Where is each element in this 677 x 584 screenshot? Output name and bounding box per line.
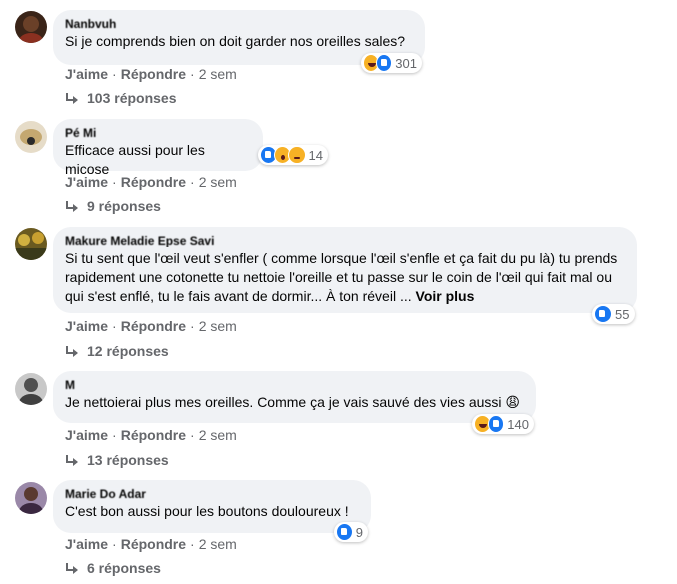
avatar[interactable] [15, 121, 47, 153]
comment-bubble: Makure Meladie Epse Savi Si tu sent que … [53, 227, 637, 313]
comment-text: Je nettoierai plus mes oreilles. Comme ç… [65, 394, 521, 410]
comment-bubble: M Je nettoierai plus mes oreilles. Comme… [53, 371, 536, 423]
reactions-summary[interactable]: 301 [361, 53, 422, 73]
comment-author[interactable]: Marie Do Adar [65, 488, 359, 500]
comment-time[interactable]: 2 sem [199, 427, 237, 443]
comment-bubble: Marie Do Adar C'est bon aussi pour les b… [53, 480, 371, 533]
view-replies-link[interactable]: 13 réponses [65, 452, 169, 468]
reply-button[interactable]: Répondre [121, 318, 186, 334]
replies-count: 6 réponses [87, 560, 161, 576]
view-replies-link[interactable]: 6 réponses [65, 560, 161, 576]
view-replies-link[interactable]: 9 réponses [65, 198, 161, 214]
comment-bubble: Pé Mi Efficace aussi pour les micose [53, 119, 263, 177]
avatar[interactable] [15, 11, 47, 43]
reactions-summary[interactable]: 55 [592, 304, 635, 324]
reply-arrow-icon [65, 346, 79, 357]
comment-author[interactable]: Pé Mi [65, 127, 251, 139]
reply-arrow-icon [65, 93, 79, 104]
reply-button[interactable]: Répondre [121, 66, 186, 82]
replies-count: 9 réponses [87, 198, 161, 214]
see-more-link[interactable]: Voir plus [416, 288, 475, 304]
like-icon [376, 54, 393, 72]
replies-count: 13 réponses [87, 452, 169, 468]
avatar[interactable] [15, 373, 47, 405]
comment-text: Si tu sent que l'œil veut s'enfler ( com… [65, 250, 618, 304]
comment-actions: J'aime · Répondre · 2 sem [65, 536, 237, 552]
reactions-summary[interactable]: 14 [258, 145, 328, 165]
like-button[interactable]: J'aime [65, 174, 108, 190]
reaction-count: 14 [308, 147, 323, 163]
reactions-summary[interactable]: 9 [334, 522, 368, 542]
reactions-summary[interactable]: 140 [472, 414, 534, 434]
comment-author[interactable]: M [65, 379, 524, 391]
reply-arrow-icon [65, 201, 79, 212]
reaction-count: 9 [355, 524, 363, 540]
replies-count: 12 réponses [87, 343, 169, 359]
replies-count: 103 réponses [87, 90, 177, 106]
avatar[interactable] [15, 228, 47, 260]
like-button[interactable]: J'aime [65, 427, 108, 443]
like-button[interactable]: J'aime [65, 66, 108, 82]
like-icon [594, 305, 612, 323]
comment-time[interactable]: 2 sem [199, 536, 237, 552]
reaction-count: 55 [615, 306, 630, 322]
like-icon [336, 523, 353, 541]
reply-button[interactable]: Répondre [121, 174, 186, 190]
reply-button[interactable]: Répondre [121, 536, 186, 552]
comment-actions: J'aime · Répondre · 2 sem [65, 174, 237, 190]
comment-text: Si je comprends bien on doit garder nos … [65, 33, 406, 49]
reaction-count: 140 [507, 416, 529, 432]
comment-actions: J'aime · Répondre · 2 sem [65, 427, 237, 443]
view-replies-link[interactable]: 103 réponses [65, 90, 177, 106]
reaction-count: 301 [395, 55, 417, 71]
comment-actions: J'aime · Répondre · 2 sem [65, 318, 237, 334]
comment-time[interactable]: 2 sem [199, 174, 237, 190]
reply-arrow-icon [65, 455, 79, 466]
comment-text: C'est bon aussi pour les boutons doulour… [65, 503, 349, 519]
like-button[interactable]: J'aime [65, 318, 108, 334]
comment-time[interactable]: 2 sem [199, 318, 237, 334]
view-replies-link[interactable]: 12 réponses [65, 343, 169, 359]
avatar[interactable] [15, 482, 47, 514]
comment-actions: J'aime · Répondre · 2 sem [65, 66, 237, 82]
comment-author[interactable]: Makure Meladie Epse Savi [65, 235, 625, 247]
reply-button[interactable]: Répondre [121, 427, 186, 443]
sad-icon [288, 146, 306, 164]
reply-arrow-icon [65, 563, 79, 574]
comment-time[interactable]: 2 sem [199, 66, 237, 82]
like-button[interactable]: J'aime [65, 536, 108, 552]
comment-author[interactable]: Nanbvuh [65, 18, 413, 30]
like-icon [487, 415, 505, 433]
